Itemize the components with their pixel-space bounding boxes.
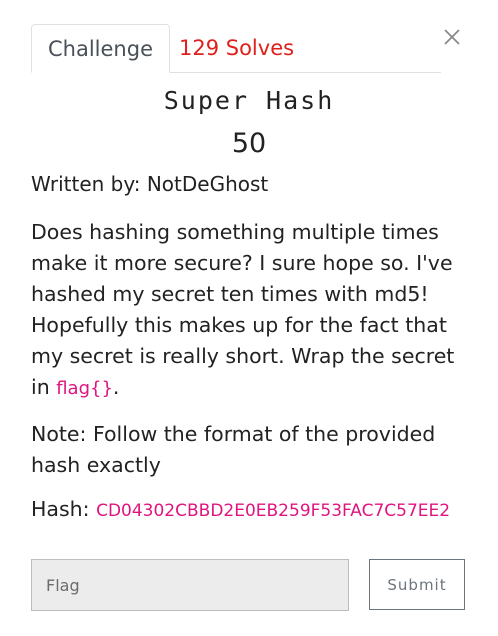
- challenge-note: Note: Follow the format of the provided …: [31, 422, 436, 477]
- challenge-hash: Hash: CD04302CBBD2E0EB259F53FAC7C57EE2: [31, 497, 450, 521]
- hash-label: Hash:: [31, 497, 97, 521]
- flag-format-code: flag{}: [56, 378, 113, 399]
- close-icon[interactable]: [441, 26, 463, 48]
- hash-value: CD04302CBBD2E0EB259F53FAC7C57EE2: [96, 501, 451, 521]
- tab-solves[interactable]: 129 Solves: [163, 24, 310, 72]
- challenge-points: 50: [231, 128, 267, 159]
- description-text: Does hashing something multiple times ma…: [31, 220, 455, 399]
- challenge-description: Does hashing something multiple times ma…: [31, 217, 471, 404]
- flag-input[interactable]: [31, 559, 349, 611]
- description-end: .: [112, 375, 120, 399]
- submit-button[interactable]: Submit: [369, 559, 465, 610]
- challenge-tabs: Challenge 129 Solves: [31, 24, 441, 73]
- challenge-author: Written by: NotDeGhost: [31, 172, 269, 196]
- tab-challenge[interactable]: Challenge: [31, 24, 170, 73]
- challenge-name: Super Hash: [163, 86, 335, 115]
